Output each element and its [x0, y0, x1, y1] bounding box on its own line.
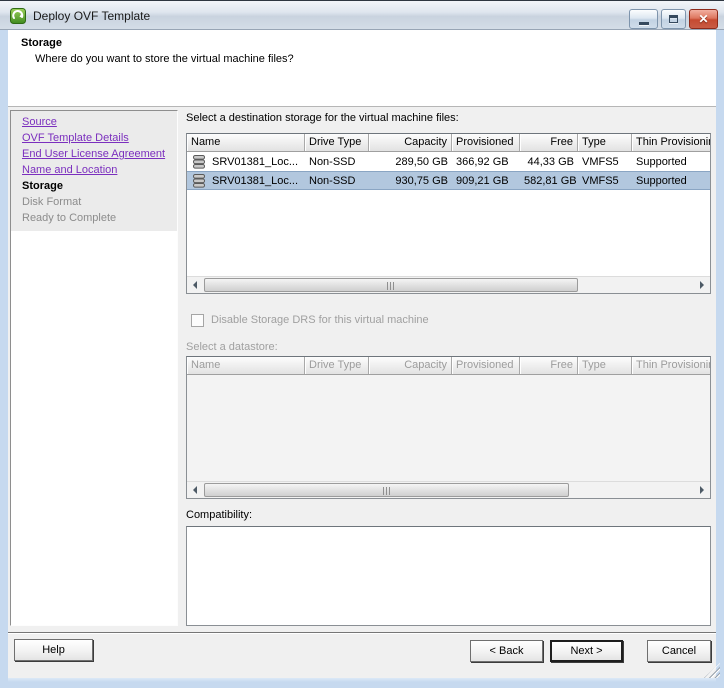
window-title: Deploy OVF Template: [33, 9, 150, 23]
vsphere-client-icon: [10, 8, 26, 24]
disable-storage-drs-checkbox[interactable]: [191, 314, 204, 327]
sidebar-item-ready-to-complete: Ready to Complete: [11, 210, 177, 226]
cell-provisioned: 366,92 GB: [452, 156, 520, 168]
titlebar[interactable]: Deploy OVF Template ✕: [0, 0, 724, 30]
datastore-icon: [193, 155, 205, 169]
compatibility-box: [186, 526, 711, 626]
datastore-table-header: Name Drive Type Capacity Provisioned Fre…: [187, 357, 710, 375]
next-button[interactable]: Next >: [550, 640, 623, 662]
scrollbar-grip-icon: [387, 282, 395, 290]
column-header-thin-provisioning[interactable]: Thin Provisioning: [632, 134, 710, 151]
sidebar-item-disk-format: Disk Format: [11, 194, 177, 210]
window-frame-left: [0, 30, 8, 688]
column-header-capacity[interactable]: Capacity: [369, 134, 452, 151]
datastore-icon: [193, 174, 205, 188]
maximize-button[interactable]: [661, 9, 686, 29]
wizard-step-panel: Source OVF Template Details End User Lic…: [10, 110, 178, 626]
column-header-free: Free: [520, 357, 578, 374]
scrollbar-thumb[interactable]: [204, 278, 578, 292]
horizontal-scrollbar[interactable]: [187, 481, 710, 498]
table-row-selected[interactable]: SRV01381_Loc... Non-SSD 930,75 GB 909,21…: [187, 171, 710, 190]
select-datastore-label: Select a datastore:: [186, 341, 278, 353]
left-arrow-icon: [193, 281, 197, 289]
disable-storage-drs-label: Disable Storage DRS for this virtual mac…: [211, 314, 429, 326]
sidebar-item-name-and-location[interactable]: Name and Location: [11, 162, 177, 178]
page-subtitle: Where do you want to store the virtual m…: [35, 53, 294, 65]
maximize-icon: [669, 15, 678, 23]
sidebar-item-storage: Storage: [11, 178, 177, 194]
window-frame-bottom: [8, 678, 716, 688]
column-header-free[interactable]: Free: [520, 134, 578, 151]
datastore-table: Name Drive Type Capacity Provisioned Fre…: [186, 356, 711, 499]
column-header-name[interactable]: Name: [187, 134, 305, 151]
page-title: Storage: [21, 37, 62, 49]
column-header-drive-type[interactable]: Drive Type: [305, 134, 369, 151]
column-header-drive-type: Drive Type: [305, 357, 369, 374]
column-header-provisioned[interactable]: Provisioned: [452, 134, 520, 151]
scroll-right-arrow[interactable]: [694, 277, 710, 293]
right-arrow-icon: [700, 281, 704, 289]
cell-free: 44,33 GB: [520, 156, 578, 168]
cell-name: SRV01381_Loc...: [212, 175, 298, 187]
cell-type: VMFS5: [578, 156, 632, 168]
cell-capacity: 930,75 GB: [369, 175, 452, 187]
cell-thin-provisioning: Supported: [632, 156, 710, 168]
minimize-button[interactable]: [629, 9, 658, 29]
cell-type: VMFS5: [578, 175, 632, 187]
cell-provisioned: 909,21 GB: [452, 175, 520, 187]
help-button[interactable]: Help: [14, 639, 93, 661]
column-header-name: Name: [187, 357, 305, 374]
column-header-type: Type: [578, 357, 632, 374]
table-row[interactable]: SRV01381_Loc... Non-SSD 289,50 GB 366,92…: [187, 152, 710, 171]
cancel-button[interactable]: Cancel: [647, 640, 711, 662]
back-button[interactable]: < Back: [470, 640, 543, 662]
step-list: Source OVF Template Details End User Lic…: [11, 111, 177, 231]
wizard-header: Storage Where do you want to store the v…: [8, 30, 716, 107]
storage-table-header[interactable]: Name Drive Type Capacity Provisioned Fre…: [187, 134, 710, 152]
sidebar-item-end-user-license-agreement[interactable]: End User License Agreement: [11, 146, 177, 162]
footer-separator: [8, 632, 716, 634]
cell-drive-type: Non-SSD: [305, 175, 369, 187]
storage-table[interactable]: Name Drive Type Capacity Provisioned Fre…: [186, 133, 711, 294]
close-icon: ✕: [698, 12, 708, 26]
minimize-icon: [639, 22, 649, 25]
cell-free: 582,81 GB: [520, 175, 578, 187]
select-storage-label: Select a destination storage for the vir…: [186, 112, 459, 124]
close-button[interactable]: ✕: [689, 9, 718, 29]
cell-name: SRV01381_Loc...: [212, 156, 298, 168]
sidebar-item-source[interactable]: Source: [11, 114, 177, 130]
compatibility-label: Compatibility:: [186, 509, 252, 521]
scrollbar-thumb[interactable]: [204, 483, 569, 497]
scroll-right-arrow[interactable]: [694, 482, 710, 498]
column-header-thin-provisioning: Thin Provisioning: [632, 357, 710, 374]
sidebar-item-ovf-template-details[interactable]: OVF Template Details: [11, 130, 177, 146]
horizontal-scrollbar[interactable]: [187, 276, 710, 293]
scrollbar-grip-icon: [383, 487, 391, 495]
column-header-capacity: Capacity: [369, 357, 452, 374]
cell-drive-type: Non-SSD: [305, 156, 369, 168]
scroll-left-arrow[interactable]: [187, 482, 203, 498]
scroll-left-arrow[interactable]: [187, 277, 203, 293]
deploy-ovf-template-dialog: Deploy OVF Template ✕ Storage Where do y…: [0, 0, 724, 688]
left-arrow-icon: [193, 486, 197, 494]
cell-capacity: 289,50 GB: [369, 156, 452, 168]
column-header-provisioned: Provisioned: [452, 357, 520, 374]
right-arrow-icon: [700, 486, 704, 494]
column-header-type[interactable]: Type: [578, 134, 632, 151]
cell-thin-provisioning: Supported: [632, 175, 710, 187]
window-frame-right: [716, 30, 724, 688]
